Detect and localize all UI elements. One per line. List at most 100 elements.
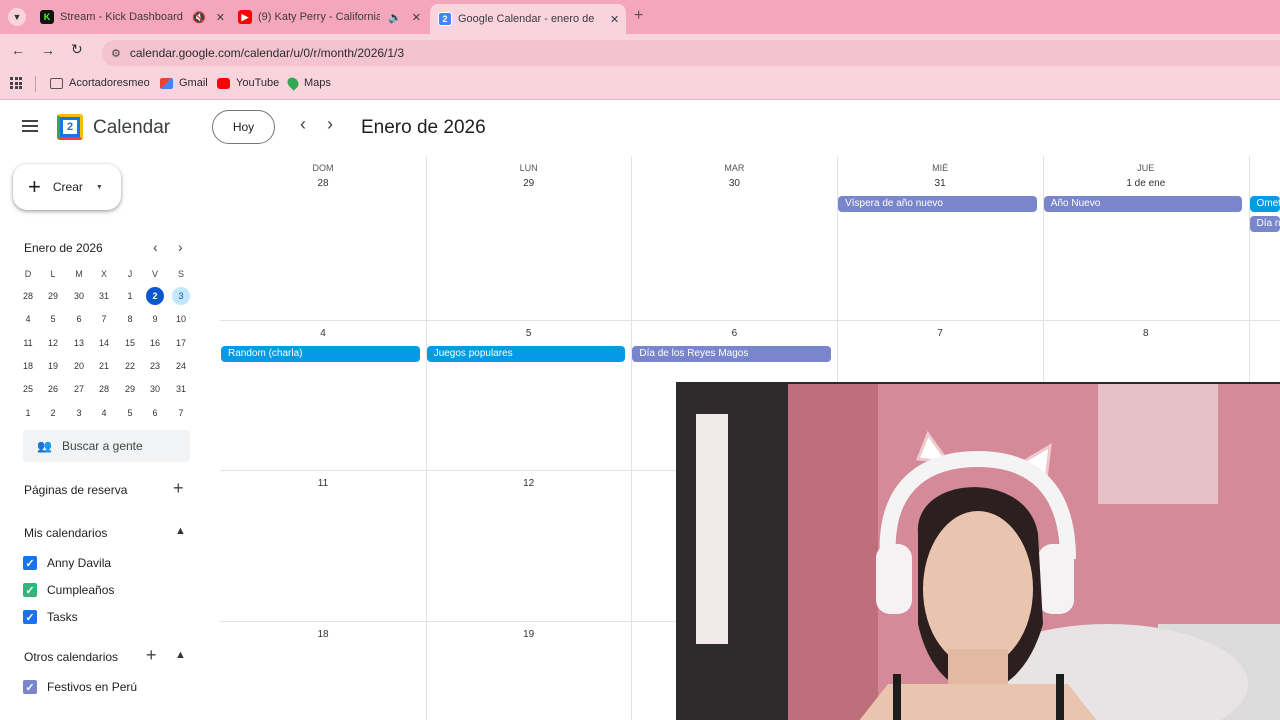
tab-youtube[interactable]: ▶ (9) Katy Perry - California Gu 🔈 ✕ <box>238 4 428 30</box>
mini-day[interactable]: 19 <box>44 357 62 375</box>
mini-day[interactable]: 29 <box>44 287 62 305</box>
mini-day[interactable]: 25 <box>19 380 37 398</box>
mini-day[interactable]: 5 <box>44 310 62 328</box>
previous-period-icon[interactable]: ‹ <box>300 114 306 135</box>
mini-day[interactable]: 28 <box>19 287 37 305</box>
mini-day[interactable]: 31 <box>172 380 190 398</box>
next-period-icon[interactable]: › <box>327 114 333 135</box>
mini-day[interactable]: 16 <box>146 334 164 352</box>
mini-day[interactable]: 9 <box>146 310 164 328</box>
mini-day[interactable]: 27 <box>70 380 88 398</box>
mini-day[interactable]: 7 <box>172 404 190 422</box>
main-menu-icon[interactable] <box>22 120 38 132</box>
day-number[interactable]: 4 <box>220 328 426 339</box>
checkbox-anny-davila[interactable]: ✓ <box>23 556 37 570</box>
search-people-field[interactable]: 👥 Buscar a gente <box>23 430 190 462</box>
mini-day[interactable]: 12 <box>44 334 62 352</box>
calendar-event[interactable]: Omet <box>1249 196 1280 212</box>
reload-icon[interactable]: ↻ <box>71 41 83 58</box>
bookmark-gmail[interactable]: Gmail <box>160 77 208 89</box>
mini-day[interactable]: 20 <box>70 357 88 375</box>
calendar-event[interactable]: Víspera de año nuevo <box>838 196 1037 212</box>
tab-close-icon[interactable]: ✕ <box>610 13 619 26</box>
day-number[interactable]: 31 <box>837 178 1043 189</box>
mini-day[interactable]: 8 <box>121 310 139 328</box>
mini-day[interactable]: 26 <box>44 380 62 398</box>
mini-day[interactable]: 14 <box>95 334 113 352</box>
tab-kick[interactable]: K Stream - Kick Dashboard 🔇 ✕ <box>40 4 230 30</box>
booking-pages-title[interactable]: Páginas de reserva <box>24 483 127 497</box>
mini-day[interactable]: 1 <box>121 287 139 305</box>
muted-speaker-icon[interactable]: 🔇 <box>192 11 206 24</box>
mini-day[interactable]: 15 <box>121 334 139 352</box>
calendar-event[interactable]: Día de los Reyes Magos <box>632 346 832 362</box>
day-number[interactable]: 28 <box>220 178 426 189</box>
mini-day[interactable]: 6 <box>70 310 88 328</box>
calendar-event[interactable]: Juegos populares <box>426 346 626 362</box>
tab-search-button[interactable]: ▼ <box>8 8 26 26</box>
today-button[interactable]: Hoy <box>212 110 275 144</box>
mini-day[interactable]: 30 <box>146 380 164 398</box>
day-number[interactable]: 18 <box>220 629 426 640</box>
calendar-event[interactable]: Año Nuevo <box>1043 196 1243 212</box>
other-calendars-title[interactable]: Otros calendarios <box>24 650 118 664</box>
mini-day[interactable]: 3 <box>172 287 190 305</box>
mini-day[interactable]: 30 <box>70 287 88 305</box>
mini-prev-month-icon[interactable]: ‹ <box>153 239 158 255</box>
mini-day[interactable]: 13 <box>70 334 88 352</box>
checkbox-festivos-peru[interactable]: ✓ <box>23 680 37 694</box>
mini-day[interactable]: 4 <box>19 310 37 328</box>
forward-arrow-icon[interactable]: → <box>41 42 55 58</box>
checkbox-cumpleanos[interactable]: ✓ <box>23 583 37 597</box>
day-number[interactable]: 8 <box>1043 328 1249 339</box>
mini-day[interactable]: 21 <box>95 357 113 375</box>
tab-close-icon[interactable]: ✕ <box>216 11 225 24</box>
day-number[interactable]: 12 <box>426 478 632 489</box>
bookmark-maps[interactable]: Maps <box>285 75 331 91</box>
mini-day[interactable]: 1 <box>19 404 37 422</box>
mini-day[interactable]: 31 <box>95 287 113 305</box>
mini-day[interactable]: 23 <box>146 357 164 375</box>
collapse-chevron-up-icon[interactable]: ▲ <box>175 649 186 661</box>
day-number[interactable]: 19 <box>426 629 632 640</box>
site-info-icon[interactable]: ⚙ <box>111 47 121 60</box>
add-booking-page-icon[interactable]: + <box>173 478 184 499</box>
day-number[interactable]: 5 <box>426 328 632 339</box>
mini-day[interactable]: 10 <box>172 310 190 328</box>
day-number[interactable]: 30 <box>631 178 837 189</box>
mini-day[interactable]: 17 <box>172 334 190 352</box>
speaker-icon[interactable]: 🔈 <box>388 11 402 24</box>
mini-day[interactable]: 11 <box>19 334 37 352</box>
day-number[interactable]: 11 <box>220 478 426 489</box>
mini-day[interactable]: 7 <box>95 310 113 328</box>
mini-day[interactable]: 5 <box>121 404 139 422</box>
mini-day[interactable]: 6 <box>146 404 164 422</box>
calendar-event[interactable]: Random (charla) <box>221 346 420 362</box>
checkbox-tasks[interactable]: ✓ <box>23 610 37 624</box>
mini-day[interactable]: 28 <box>95 380 113 398</box>
day-number[interactable]: 29 <box>426 178 632 189</box>
add-other-calendar-icon[interactable]: + <box>146 645 157 666</box>
mini-day[interactable]: 29 <box>121 380 139 398</box>
mini-day[interactable]: 2 <box>44 404 62 422</box>
day-number[interactable]: 1 de ene <box>1043 178 1249 189</box>
calendar-event[interactable]: Día n <box>1249 216 1280 232</box>
mini-day[interactable]: 18 <box>19 357 37 375</box>
address-bar[interactable]: ⚙ calendar.google.com/calendar/u/0/r/mon… <box>102 40 1280 66</box>
bookmark-folder[interactable]: Acortadoresmeo <box>50 77 150 89</box>
day-number[interactable]: 7 <box>837 328 1043 339</box>
new-tab-button[interactable]: + <box>634 7 643 25</box>
tab-close-icon[interactable]: ✕ <box>412 11 421 24</box>
create-button[interactable]: + Crear ▼ <box>13 164 121 210</box>
back-arrow-icon[interactable]: ← <box>11 42 25 58</box>
collapse-chevron-up-icon[interactable]: ▲ <box>175 525 186 537</box>
mini-next-month-icon[interactable]: › <box>178 239 183 255</box>
mini-day[interactable]: 4 <box>95 404 113 422</box>
mini-day[interactable]: 24 <box>172 357 190 375</box>
mini-day[interactable]: 22 <box>121 357 139 375</box>
apps-grid-icon[interactable] <box>10 77 22 89</box>
mini-day[interactable]: 3 <box>70 404 88 422</box>
my-calendars-title[interactable]: Mis calendarios <box>24 526 107 540</box>
bookmark-youtube[interactable]: YouTube <box>217 77 279 89</box>
day-number[interactable]: 6 <box>631 328 837 339</box>
